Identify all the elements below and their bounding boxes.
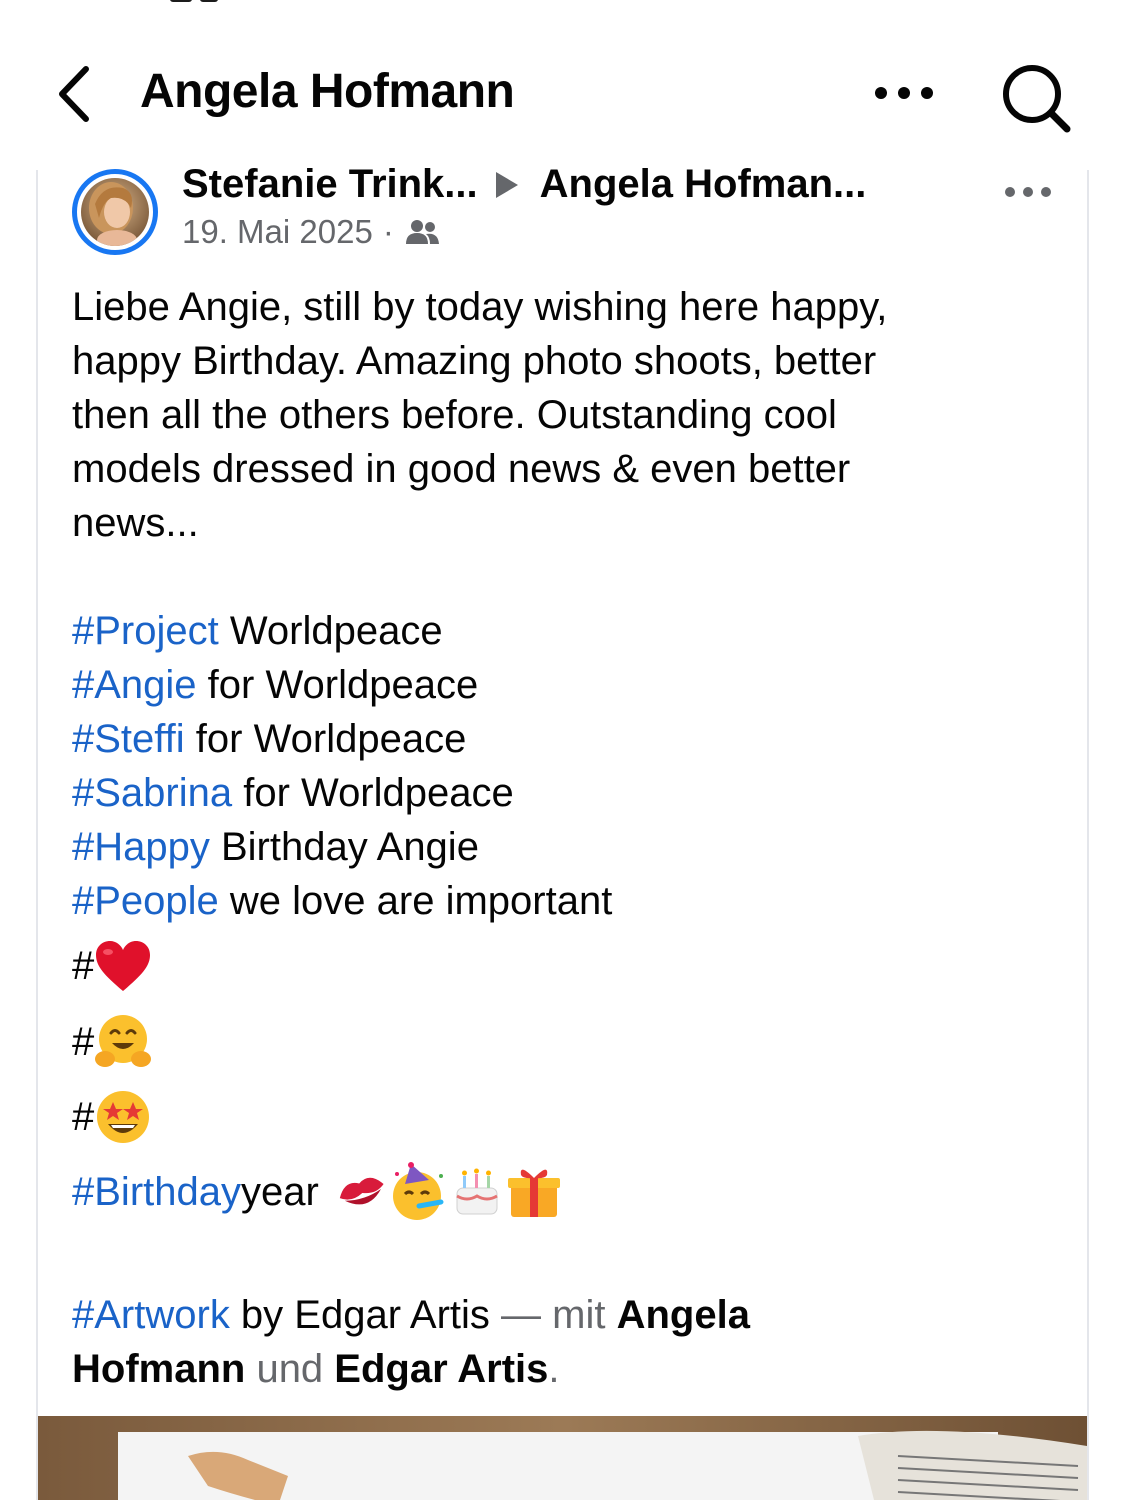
search-button[interactable] — [994, 56, 1078, 140]
tagged-person-link[interactable]: Angela — [617, 1293, 750, 1337]
hashtag-link[interactable]: #Artwork — [72, 1293, 230, 1337]
star-struck-emoji-icon — [97, 1091, 150, 1143]
hashtag-line: #People we love are important — [72, 874, 1052, 928]
hashtag-link[interactable]: #People — [72, 879, 219, 923]
post-text: Liebe Angie, still by today wishing here… — [72, 280, 1052, 1396]
hashtag-link[interactable]: #Steffi — [72, 717, 185, 761]
status-bar-remnant — [170, 0, 230, 6]
post-text-line: models dressed in good news & even bette… — [72, 447, 851, 491]
hashtag-link[interactable]: #Sabrina — [72, 771, 232, 815]
hashtag-link[interactable]: #Birthday — [72, 1165, 241, 1219]
hash-symbol: # — [72, 1020, 95, 1064]
with-text: — mit — [489, 1293, 617, 1337]
emoji-hashtag-line: # — [72, 928, 1052, 1004]
birthday-cake-emoji-icon — [456, 1168, 498, 1215]
credit-line: Hofmann und Edgar Artis. — [72, 1342, 1052, 1396]
top-navigation-bar: Angela Hofmann — [0, 40, 1125, 150]
shared-to-arrow-icon — [495, 171, 518, 198]
more-horizontal-icon — [875, 87, 933, 99]
page-title: Angela Hofmann — [140, 65, 515, 118]
post-meta: 19. Mai 2025 · — [182, 213, 982, 251]
tagged-person-link[interactable]: Edgar Artis — [334, 1347, 548, 1391]
post-text-line: then all the others before. Outstanding … — [72, 393, 837, 437]
hashtag-link[interactable]: #Project — [72, 609, 219, 653]
hashtag-link[interactable]: #Happy — [72, 825, 210, 869]
hashtag-line-text: for Worldpeace — [184, 717, 467, 761]
wrapped-gift-emoji-icon — [507, 1169, 560, 1217]
hashtag-link[interactable]: #Angie — [72, 663, 197, 707]
author-name[interactable]: Stefanie Trink... — [182, 162, 478, 207]
emoji-hashtag-line: # — [72, 1080, 1052, 1154]
heart-emoji-icon — [96, 941, 151, 991]
and-text: und — [245, 1347, 335, 1391]
post-date[interactable]: 19. Mai 2025 — [182, 213, 373, 251]
hashtag-line-text: we love are important — [218, 879, 613, 923]
hashtag-line-text: for Worldpeace — [196, 663, 479, 707]
friends-icon[interactable] — [404, 218, 440, 246]
credit-line: #Artwork by Edgar Artis — mit Angela — [72, 1288, 1052, 1342]
birthday-hashtag-line: #Birthday year — [72, 1154, 1052, 1230]
avatar-image — [81, 178, 149, 246]
hashtag-line: #Angie for Worldpeace — [72, 658, 1052, 712]
hashtag-line: #Happy Birthday Angie — [72, 820, 1052, 874]
post-photo[interactable] — [38, 1416, 1087, 1500]
post-text-line: Liebe Angie, still by today wishing here… — [72, 285, 888, 329]
author-avatar[interactable] — [72, 169, 158, 255]
post-header: Stefanie Trink... Angela Hofman... 19. M… — [182, 162, 982, 251]
emoji-hashtag-line: # — [72, 1004, 1052, 1080]
hashtag-line: #Steffi for Worldpeace — [72, 712, 1052, 766]
target-profile-name[interactable]: Angela Hofman... — [540, 162, 867, 207]
back-button[interactable] — [44, 60, 104, 128]
post-text-line: news... — [72, 501, 199, 545]
hash-symbol: # — [72, 1095, 95, 1139]
hashtag-line: #Sabrina for Worldpeace — [72, 766, 1052, 820]
hashtag-line-text: Worldpeace — [218, 609, 443, 653]
post-options-button[interactable] — [988, 172, 1068, 212]
hash-symbol: # — [72, 944, 95, 988]
hashtag-line-text: Birthday Angie — [209, 825, 479, 869]
post-author-line: Stefanie Trink... Angela Hofman... — [182, 162, 982, 207]
kiss-mark-emoji-icon — [339, 1177, 384, 1205]
tagged-person-link[interactable]: Hofmann — [72, 1347, 245, 1391]
chevron-left-icon — [59, 66, 89, 122]
search-icon — [1003, 65, 1071, 133]
post-card: Stefanie Trink... Angela Hofman... 19. M… — [36, 162, 1089, 1500]
hashtag-line-text: for Worldpeace — [232, 771, 514, 815]
post-text-line: happy Birthday. Amazing photo shoots, be… — [72, 339, 877, 383]
period-text: . — [548, 1347, 560, 1391]
hashtag-line: #Project Worldpeace — [72, 604, 1052, 658]
credit-text: by Edgar Artis — [229, 1293, 490, 1337]
meta-separator: · — [382, 213, 394, 250]
hugging-face-emoji-icon — [95, 1015, 152, 1067]
more-options-button[interactable] — [862, 66, 946, 120]
hashtag-line-text: year — [240, 1170, 319, 1214]
more-horizontal-icon — [1005, 187, 1051, 197]
partying-face-emoji-icon — [392, 1162, 444, 1220]
